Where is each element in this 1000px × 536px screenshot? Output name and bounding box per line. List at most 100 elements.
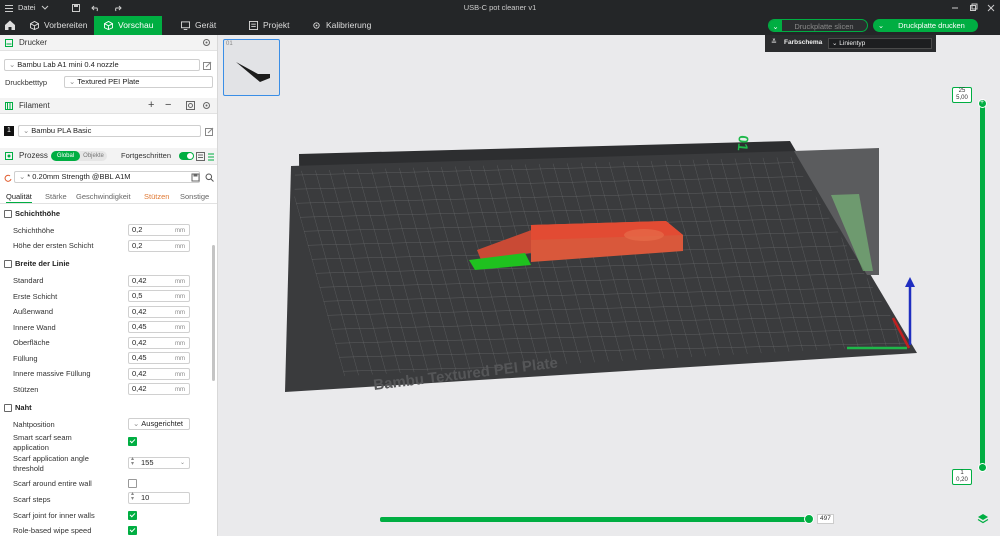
edit-printer-icon[interactable] — [203, 61, 212, 70]
save-preset-icon[interactable] — [191, 173, 200, 182]
first-layer-height-value: 0,2 — [132, 241, 143, 250]
tab-calibration[interactable]: Kalibrierung — [302, 16, 380, 35]
seam-position-select[interactable]: ⌄ Ausgerichtet — [128, 418, 190, 430]
dropdown-chevron-icon[interactable]: ⌄ — [180, 458, 185, 468]
line-width-outer-wall-value: 0,42 — [132, 307, 147, 316]
process-preset-select[interactable]: ⌄ * 0.20mm Strength @BBL A1M — [14, 171, 200, 183]
bed-type-select[interactable]: ⌄ Textured PEI Plate — [64, 76, 213, 88]
stepper-arrows-icon[interactable]: ▴ ▾ — [131, 491, 134, 502]
minimize-icon[interactable] — [950, 0, 960, 16]
tab-preview[interactable]: Vorschau — [94, 16, 162, 35]
scarf-inner-walls-checkbox[interactable] — [128, 511, 137, 520]
printer-settings-gear-icon[interactable] — [202, 38, 211, 47]
print-dropdown-chevron-icon[interactable]: ⌄ — [875, 19, 887, 32]
scarf-steps-stepper[interactable]: ▴ ▾ 10 — [128, 491, 190, 504]
process-section-title: Prozess — [19, 151, 48, 160]
layers-icon[interactable] — [977, 513, 989, 525]
tab-project[interactable]: Projekt — [239, 16, 301, 35]
unit-label: mm — [175, 372, 185, 378]
line-width-default-label: Standard — [13, 276, 44, 285]
process-compare-icon[interactable] — [207, 152, 215, 161]
print-plate-button[interactable]: ⌄ Druckplatte drucken — [873, 19, 978, 32]
plate-thumbnail-index: 01 — [226, 41, 233, 47]
line-width-default-value: 0,42 — [132, 276, 147, 285]
tab-others[interactable]: Sonstige — [180, 192, 209, 201]
scarf-steps-label: Scarf steps — [13, 495, 51, 504]
line-width-internal-solid-value: 0,42 — [132, 369, 147, 378]
line-width-support-label: Stützen — [13, 385, 39, 394]
process-list-icon[interactable] — [196, 152, 205, 161]
advanced-toggle[interactable] — [179, 152, 194, 160]
line-width-outer-wall-input[interactable]: 0,42 mm — [128, 306, 190, 318]
plate-thumbnail[interactable]: 01 — [223, 39, 280, 96]
tab-preview-label: Vorschau — [118, 20, 154, 30]
tab-strength[interactable]: Stärke — [45, 192, 67, 201]
tab-quality[interactable]: Qualität — [6, 192, 32, 203]
sidebar-scrollbar[interactable] — [212, 245, 215, 381]
dropdown-chevron-icon: ⌄ — [69, 77, 76, 86]
line-width-infill-input[interactable]: 0,45 mm — [128, 352, 190, 364]
layer-bottom-height: 0,20 — [956, 477, 968, 483]
tab-calibration-label: Kalibrierung — [326, 20, 372, 30]
stepper-arrows-icon[interactable]: ▴ ▾ — [131, 456, 134, 467]
maximize-icon[interactable] — [968, 0, 978, 16]
seam-position-label: Nahtposition — [13, 420, 55, 429]
tab-prepare[interactable]: Vorbereiten — [20, 16, 92, 35]
first-layer-height-input[interactable]: 0,2 mm — [128, 240, 190, 252]
wipe-speed-checkbox[interactable] — [128, 526, 137, 535]
layer-bottom-readout: 1 0,20 — [952, 469, 972, 485]
unit-label: mm — [175, 341, 185, 347]
scope-global-option[interactable]: Global — [51, 151, 80, 161]
search-icon[interactable] — [205, 173, 214, 182]
bed-type-select-value: Textured PEI Plate — [77, 77, 140, 86]
collapse-legend-icon[interactable]: ≚ — [771, 38, 777, 46]
printer-select[interactable]: ⌄ Bambu Lab A1 mini 0.4 nozzle — [4, 59, 200, 71]
smart-scarf-checkbox[interactable] — [128, 437, 137, 446]
cube-icon — [104, 21, 113, 30]
filament-select[interactable]: ⌄ Bambu PLA Basic — [18, 125, 201, 137]
build-plate-scene[interactable]: Bambu Textured PEI Plate 01 — [219, 35, 1000, 536]
scarf-around-wall-checkbox[interactable] — [128, 479, 137, 488]
move-slider-track[interactable] — [380, 517, 810, 522]
title-bar: Datei USB-C pot cleaner v1 — [0, 0, 1000, 16]
line-width-first-layer-input[interactable]: 0,5 mm — [128, 290, 190, 302]
layer-height-input[interactable]: 0,2 mm — [128, 224, 190, 236]
tab-support[interactable]: Stützen — [144, 192, 169, 201]
move-slider-handle[interactable] — [804, 514, 814, 524]
filament-sync-icon[interactable] — [186, 101, 195, 110]
line-width-default-input[interactable]: 0,42 mm — [128, 275, 190, 287]
move-slider-value: 497 — [817, 514, 834, 524]
close-icon[interactable] — [986, 0, 996, 16]
layer-top-height: 5,00 — [956, 95, 968, 101]
settings-sidebar: Drucker ⌄ Bambu Lab A1 mini 0.4 nozzle Dr… — [0, 35, 218, 536]
tab-speed[interactable]: Geschwindigkeit — [76, 192, 131, 201]
filament-settings-gear-icon[interactable] — [202, 101, 211, 110]
advanced-label: Fortgeschritten — [121, 151, 172, 160]
scarf-angle-label-line2: threshold — [13, 464, 44, 473]
3d-viewport[interactable]: Bambu Textured PEI Plate 01 01 ≚ Farbsch… — [219, 35, 1000, 536]
color-scheme-select[interactable]: ⌄ Linientyp — [828, 38, 932, 49]
scope-objects-option[interactable]: Objekte — [80, 151, 107, 161]
process-preset-value: * 0.20mm Strength @BBL A1M — [27, 172, 131, 181]
edit-filament-icon[interactable] — [205, 127, 214, 136]
bed-type-label: Druckbetttyp — [5, 78, 48, 87]
process-scope-toggle[interactable]: Global Objekte — [51, 151, 107, 161]
slice-dropdown-chevron-icon[interactable]: ⌄ — [769, 20, 782, 31]
scarf-angle-stepper[interactable]: ▴ ▾ 155 ⌄ — [128, 456, 190, 469]
layer-slider-bottom-handle[interactable] — [978, 463, 987, 472]
filament-color-swatch[interactable]: 1 — [4, 126, 14, 136]
main-toolbar: Vorbereiten Vorschau Gerät Projekt Kalib… — [0, 16, 1000, 35]
home-icon[interactable] — [4, 19, 16, 33]
add-filament-icon[interactable]: + — [148, 99, 154, 111]
reset-preset-icon[interactable] — [4, 174, 12, 182]
slice-plate-button[interactable]: ⌄ Druckplatte slicen — [768, 19, 868, 32]
print-plate-label: Druckplatte drucken — [898, 21, 965, 30]
remove-filament-icon[interactable]: − — [165, 99, 171, 111]
tab-device[interactable]: Gerät — [171, 16, 231, 35]
scarf-inner-walls-label: Scarf joint for inner walls — [13, 511, 95, 520]
layer-slider-track[interactable] — [980, 103, 985, 467]
line-width-top-surface-input[interactable]: 0,42 mm — [128, 337, 190, 349]
line-width-inner-wall-input[interactable]: 0,45 mm — [128, 321, 190, 333]
line-width-support-input[interactable]: 0,42 mm — [128, 383, 190, 395]
line-width-internal-solid-input[interactable]: 0,42 mm — [128, 368, 190, 380]
